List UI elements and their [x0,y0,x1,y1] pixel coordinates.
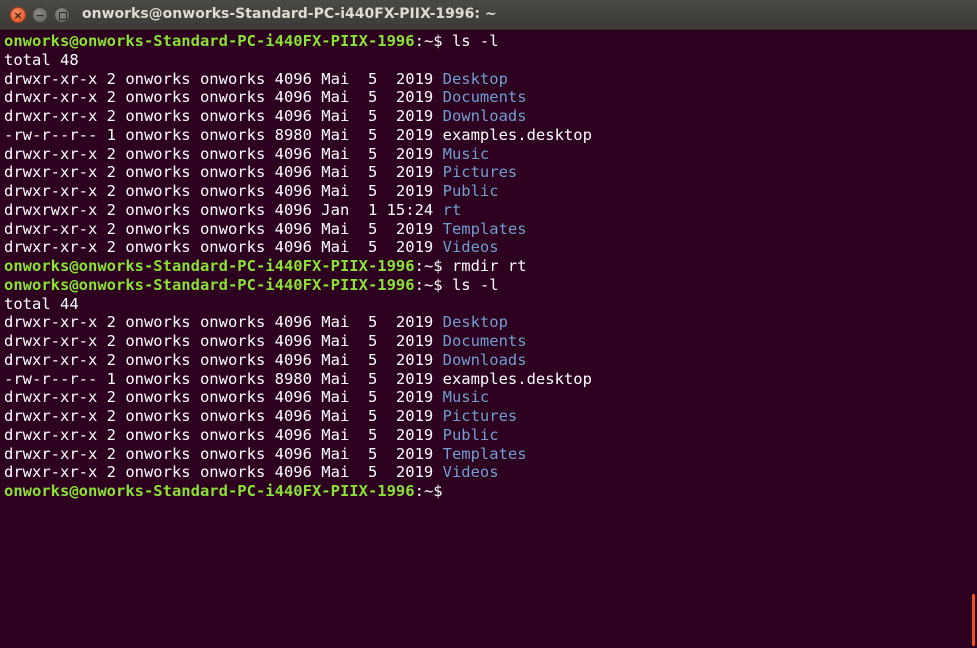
file-attributes: drwxr-xr-x 2 onworks onworks 4096 Mai 5 … [4,182,443,200]
terminal-window: × − onworks@onworks-Standard-PC-i440FX-P… [0,0,977,648]
file-entry: drwxr-xr-x 2 onworks onworks 4096 Mai 5 … [4,332,967,351]
file-attributes: drwxr-xr-x 2 onworks onworks 4096 Mai 5 … [4,88,443,107]
file-attributes: drwxr-xr-x 2 onworks onworks 4096 Mai 5 … [4,313,443,332]
prompt-user-host: onworks@onworks-Standard-PC-i440FX-PIIX-… [4,482,415,500]
file-entry: drwxr-xr-x 2 onworks onworks 4096 Mai 5 … [4,351,967,370]
file-entry: drwxr-xr-x 2 onworks onworks 4096 Mai 5 … [4,163,967,182]
file-entry: drwxr-xr-x 2 onworks onworks 4096 Mai 5 … [4,445,967,464]
file-entry: drwxr-xr-x 2 onworks onworks 4096 Mai 5 … [4,388,967,407]
file-attributes: drwxr-xr-x 2 onworks onworks 4096 Mai 5 … [4,163,443,182]
file-attributes: drwxr-xr-x 2 onworks onworks 4096 Mai 5 … [4,425,443,444]
file-attributes: drwxr-xr-x 2 onworks onworks 4096 Mai 5 … [4,444,443,463]
command-text: ls -l [451,275,499,294]
file-entry: drwxr-xr-x 2 onworks onworks 4096 Mai 5 … [4,463,967,482]
title-bar[interactable]: × − onworks@onworks-Standard-PC-i440FX-P… [0,0,977,30]
file-entry: drwxr-xr-x 2 onworks onworks 4096 Mai 5 … [4,145,967,164]
prompt-line: onworks@onworks-Standard-PC-i440FX-PIIX-… [4,257,967,276]
file-attributes: -rw-r--r-- 1 onworks onworks 8980 Mai 5 … [4,125,443,144]
file-attributes: drwxr-xr-x 2 onworks onworks 4096 Mai 5 … [4,219,443,238]
prompt-line: onworks@onworks-Standard-PC-i440FX-PIIX-… [4,482,967,501]
close-icon[interactable]: × [10,7,26,23]
file-attributes: drwxr-xr-x 2 onworks onworks 4096 Mai 5 … [4,107,443,125]
file-entry: drwxr-xr-x 2 onworks onworks 4096 Mai 5 … [4,238,967,257]
file-entry: drwxr-xr-x 2 onworks onworks 4096 Mai 5 … [4,70,967,89]
file-attributes: drwxr-xr-x 2 onworks onworks 4096 Mai 5 … [4,388,443,407]
prompt-line: onworks@onworks-Standard-PC-i440FX-PIIX-… [4,276,967,295]
output-line: total 48 [4,51,967,70]
file-entry: -rw-r--r-- 1 onworks onworks 8980 Mai 5 … [4,370,967,389]
output-line: total 44 [4,295,967,314]
file-entry: drwxr-xr-x 2 onworks onworks 4096 Mai 5 … [4,220,967,239]
output-text: total 44 [4,294,79,313]
file-entry: drwxr-xr-x 2 onworks onworks 4096 Mai 5 … [4,88,967,107]
prompt-user-host: onworks@onworks-Standard-PC-i440FX-PIIX-… [4,257,415,275]
directory-name: Music [442,144,490,163]
terminal-output[interactable]: onworks@onworks-Standard-PC-i440FX-PIIX-… [4,32,967,648]
directory-name: Documents [442,88,527,107]
directory-name: Videos [442,238,499,257]
prompt-path: :~$ [414,257,452,275]
file-attributes: drwxr-xr-x 2 onworks onworks 4096 Mai 5 … [4,350,443,369]
prompt-path: :~$ [414,32,452,50]
prompt-path: :~$ [414,482,443,500]
directory-name: Public [442,425,499,444]
directory-name: Desktop [442,69,508,88]
directory-name: Music [442,388,490,407]
file-entry: -rw-r--r-- 1 onworks onworks 8980 Mai 5 … [4,126,967,145]
file-attributes: drwxr-xr-x 2 onworks onworks 4096 Mai 5 … [4,144,443,163]
directory-name: Desktop [442,313,508,332]
prompt-path: :~$ [414,275,452,294]
window-title: onworks@onworks-Standard-PC-i440FX-PIIX-… [82,6,497,22]
directory-name: Templates [442,444,527,463]
file-entry: drwxr-xr-x 2 onworks onworks 4096 Mai 5 … [4,182,967,201]
directory-name: Downloads [442,107,527,125]
command-text: rmdir rt [451,257,527,275]
minimize-icon[interactable]: − [32,7,48,23]
maximize-icon[interactable] [54,7,70,23]
file-attributes: drwxr-xr-x 2 onworks onworks 4096 Mai 5 … [4,463,443,482]
file-attributes: -rw-r--r-- 1 onworks onworks 8980 Mai 5 … [4,369,443,388]
file-entry: drwxr-xr-x 2 onworks onworks 4096 Mai 5 … [4,107,967,126]
file-entry: drwxr-xr-x 2 onworks onworks 4096 Mai 5 … [4,426,967,445]
file-attributes: drwxr-xr-x 2 onworks onworks 4096 Mai 5 … [4,238,443,257]
file-name: examples.desktop [442,369,592,388]
directory-name: Public [442,182,499,200]
prompt-line: onworks@onworks-Standard-PC-i440FX-PIIX-… [4,32,967,51]
file-entry: drwxrwxr-x 2 onworks onworks 4096 Jan 1 … [4,201,967,220]
directory-name: Templates [442,219,527,238]
file-entry: drwxr-xr-x 2 onworks onworks 4096 Mai 5 … [4,407,967,426]
file-name: examples.desktop [442,125,592,144]
file-attributes: drwxr-xr-x 2 onworks onworks 4096 Mai 5 … [4,407,443,425]
directory-name: Pictures [442,407,518,425]
directory-name: Documents [442,332,527,350]
directory-name: rt [442,200,462,219]
file-attributes: drwxr-xr-x 2 onworks onworks 4096 Mai 5 … [4,332,443,350]
scrollbar[interactable] [972,594,975,646]
file-attributes: drwxr-xr-x 2 onworks onworks 4096 Mai 5 … [4,69,443,88]
file-entry: drwxr-xr-x 2 onworks onworks 4096 Mai 5 … [4,313,967,332]
directory-name: Pictures [442,163,518,182]
directory-name: Videos [442,463,499,482]
command-text: ls -l [451,32,499,50]
prompt-user-host: onworks@onworks-Standard-PC-i440FX-PIIX-… [4,32,415,50]
file-attributes: drwxrwxr-x 2 onworks onworks 4096 Jan 1 … [4,200,443,219]
directory-name: Downloads [442,350,527,369]
prompt-user-host: onworks@onworks-Standard-PC-i440FX-PIIX-… [4,275,415,294]
output-text: total 48 [4,50,79,69]
